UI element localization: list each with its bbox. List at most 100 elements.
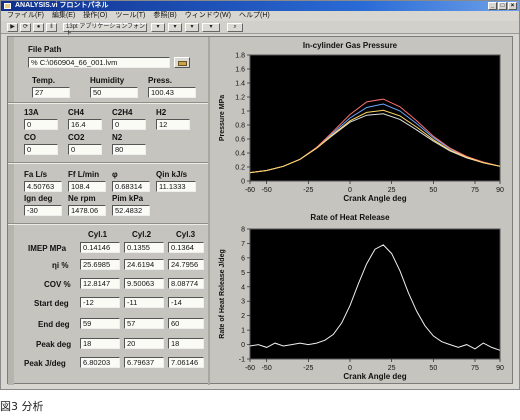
gas-h2-label: H2	[156, 108, 167, 117]
peakj-cyl3[interactable]: 7.06146	[168, 357, 204, 368]
imep-cyl2[interactable]: 0.1355	[124, 242, 164, 253]
distribute-icon[interactable]: ▾	[168, 23, 182, 32]
gas-co-label: CO	[24, 133, 36, 142]
y-tick-label: 1.4	[235, 81, 245, 88]
resize-icon[interactable]: ▾	[185, 23, 199, 32]
press-field[interactable]: 100.43	[148, 87, 196, 98]
separator	[8, 102, 208, 104]
heat-release-chart: -1 0 1 2 3 4 5 6 7 8 -60 -50 -25 0 25 50 75 90 Crank Angle…	[219, 227, 504, 382]
humidity-field[interactable]: 50	[90, 87, 138, 98]
y-tick-label: 0	[241, 342, 245, 349]
font-select[interactable]: 13pt アプリケーションフォント	[63, 23, 147, 37]
y-tick-label: 0.6	[235, 137, 245, 144]
gas-co2-field[interactable]: 0	[68, 144, 102, 155]
ne-label: Ne rpm	[68, 194, 96, 203]
menu-bar: ファイル(F) 編集(E) 操作(O) ツール(T) 参照(B) ウィンドウ(W…	[1, 11, 519, 21]
x-tick-label: 25	[388, 365, 396, 372]
eta-cyl2[interactable]: 24.6194	[124, 259, 164, 270]
end-cyl1[interactable]: 59	[80, 318, 120, 329]
y-tick-label: 1.6	[235, 67, 245, 74]
y-tick-label: 2	[241, 313, 245, 320]
fa-label: Fa L/s	[24, 170, 48, 179]
abort-icon[interactable]: ●	[33, 23, 44, 32]
cov-cyl3[interactable]: 8.08774	[168, 278, 204, 289]
eta-cyl3[interactable]: 24.7956	[168, 259, 204, 270]
y-tick-label: 1.8	[235, 53, 245, 60]
reorder-icon[interactable]: ▾	[202, 23, 220, 32]
cyl2-header: Cyl.2	[132, 230, 152, 239]
gas-ch4-field[interactable]: 16.4	[68, 119, 102, 130]
peakdeg-cyl3[interactable]: 18	[168, 338, 204, 349]
panel-divider	[208, 37, 210, 385]
search-icon[interactable]: ⌕	[227, 23, 243, 32]
browse-button[interactable]	[174, 57, 190, 68]
file-path-label: File Path	[28, 45, 62, 54]
y-axis-label: Pressure MPa	[219, 95, 226, 141]
ign-field[interactable]: -30	[24, 205, 62, 216]
separator	[8, 162, 208, 164]
y-tick-label: -1	[239, 357, 245, 364]
menu-window[interactable]: ウィンドウ(W)	[185, 11, 231, 21]
cov-cyl1[interactable]: 12.8147	[80, 278, 120, 289]
imep-cyl1[interactable]: 0.14146	[80, 242, 120, 253]
row-label-eta: ηi %	[52, 261, 69, 270]
ff-label: Ff L/min	[68, 170, 100, 179]
chart2-title: Rate of Heat Release	[310, 213, 390, 222]
file-path-field[interactable]: % C:\060904_66_001.lvm	[28, 57, 170, 68]
temp-field[interactable]: 27	[32, 87, 70, 98]
start-cyl1[interactable]: -12	[80, 297, 120, 308]
phi-field[interactable]: 0.68314	[112, 181, 150, 192]
gas-n2-field[interactable]: 80	[112, 144, 146, 155]
qin-field[interactable]: 11.1333	[156, 181, 196, 192]
gas-c2h4-field[interactable]: 0	[112, 119, 146, 130]
maximize-icon[interactable]: □	[498, 2, 507, 10]
end-cyl3[interactable]: 60	[168, 318, 204, 329]
minimize-icon[interactable]: _	[488, 2, 497, 10]
gas-ch4-label: CH4	[68, 108, 85, 117]
imep-cyl3[interactable]: 0.1364	[168, 242, 204, 253]
y-tick-label: 8	[241, 227, 245, 234]
ne-field[interactable]: 1478.06	[68, 205, 106, 216]
row-label-peak-j: Peak J/deg	[24, 359, 66, 368]
gas-co-field[interactable]: 0	[24, 144, 58, 155]
menu-help[interactable]: ヘルプ(H)	[239, 11, 270, 21]
x-tick-label: -60	[245, 365, 255, 372]
run-arrow-icon[interactable]: ▶	[7, 23, 18, 32]
menu-tools[interactable]: ツール(T)	[115, 11, 145, 21]
align-icon[interactable]: ▾	[151, 23, 165, 32]
start-cyl2[interactable]: -11	[124, 297, 164, 308]
pause-icon[interactable]: ‖	[46, 23, 57, 32]
start-cyl3[interactable]: -14	[168, 297, 204, 308]
front-panel: File Path % C:\060904_66_001.lvm Temp. H…	[7, 36, 513, 385]
cov-cyl2[interactable]: 9.50063	[124, 278, 164, 289]
x-axis-label: Crank Angle deg	[343, 372, 406, 381]
peakdeg-cyl1[interactable]: 18	[80, 338, 120, 349]
x-tick-label: 0	[348, 365, 352, 372]
gas-h2-field[interactable]: 12	[156, 119, 190, 130]
eta-cyl1[interactable]: 25.6985	[80, 259, 120, 270]
menu-edit[interactable]: 編集(E)	[52, 11, 75, 21]
y-tick-label: 4	[241, 284, 245, 291]
y-tick-label: 5	[241, 270, 245, 277]
end-cyl2[interactable]: 57	[124, 318, 164, 329]
peakdeg-cyl2[interactable]: 20	[124, 338, 164, 349]
peakj-cyl2[interactable]: 6.79637	[124, 357, 164, 368]
row-label-peak-deg: Peak deg	[36, 340, 72, 349]
ign-label: Ign deg	[24, 194, 53, 203]
peakj-cyl1[interactable]: 6.80203	[80, 357, 120, 368]
menu-browse[interactable]: 参照(B)	[153, 11, 176, 21]
ff-field[interactable]: 108.4	[68, 181, 106, 192]
press-label: Press.	[148, 76, 173, 85]
fa-field[interactable]: 4.50763	[24, 181, 62, 192]
y-tick-label: 6	[241, 255, 245, 262]
run-continuous-icon[interactable]: ⟳	[20, 23, 31, 32]
panel-rail	[8, 37, 14, 385]
y-tick-label: 0.2	[235, 165, 245, 172]
menu-operate[interactable]: 操作(O)	[83, 11, 107, 21]
folder-icon	[178, 61, 187, 66]
gas-13a-field[interactable]: 0	[24, 119, 58, 130]
menu-file[interactable]: ファイル(F)	[7, 11, 44, 21]
close-icon[interactable]: ×	[508, 2, 517, 10]
pim-field[interactable]: 52.4832	[112, 205, 150, 216]
row-label-start: Start deg	[34, 299, 69, 308]
